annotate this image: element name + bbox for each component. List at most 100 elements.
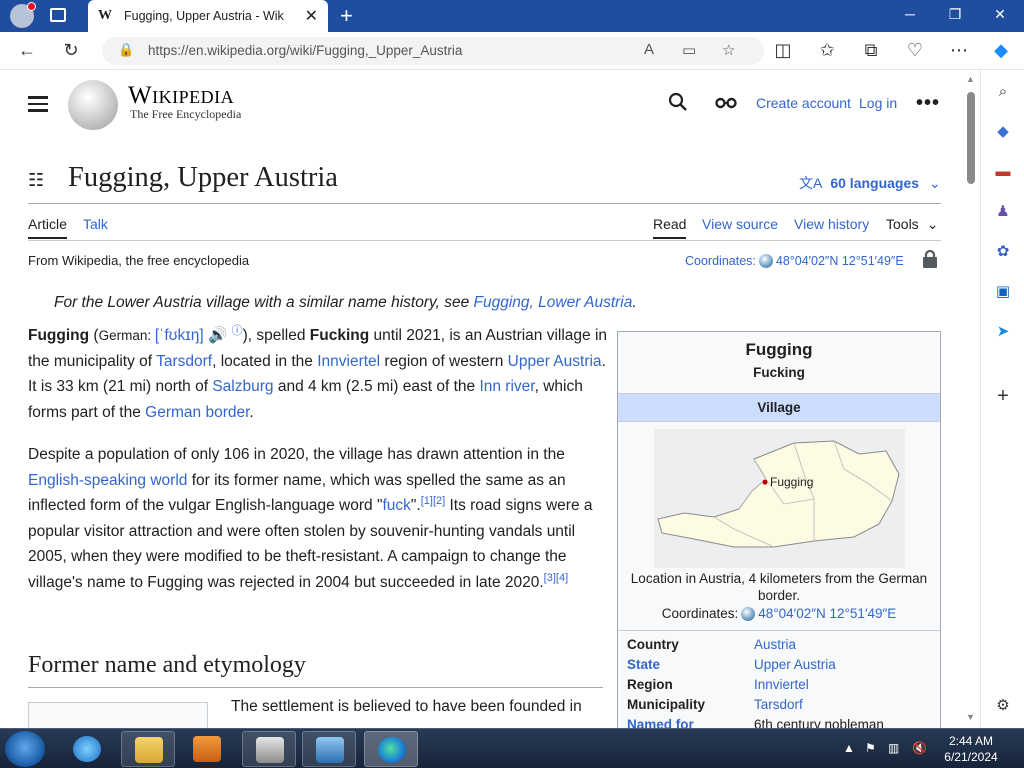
microsoft-365-icon[interactable]: ✿ (991, 240, 1015, 264)
ipa-link[interactable]: [ˈfʊkɪŋ] (155, 327, 204, 344)
site-subtitle: From Wikipedia, the free encyclopedia (28, 253, 250, 268)
taskbar-remote-desktop[interactable] (302, 731, 356, 767)
tab-talk[interactable]: Talk (83, 216, 108, 232)
taskbar-edge[interactable] (364, 731, 418, 767)
split-screen-icon[interactable]: ◫ (772, 40, 794, 61)
globe-icon[interactable] (758, 254, 773, 268)
salzburg-link[interactable]: Salzburg (212, 378, 273, 395)
language-label: German: (98, 328, 155, 343)
games-icon[interactable]: ♟ (991, 200, 1015, 224)
personal-tools-menu-icon[interactable]: ••• (916, 92, 940, 115)
back-icon[interactable]: ← (16, 40, 38, 61)
lock-icon[interactable]: 🔒 (118, 42, 134, 58)
taskbar-eagle-app[interactable] (242, 731, 296, 767)
named-for-key-link[interactable]: Named for (627, 717, 694, 728)
settings-more-icon[interactable]: ⋯ (948, 40, 970, 61)
browser-tab[interactable]: W Fugging, Upper Austria - Wikipe ✕ (88, 0, 328, 32)
appearance-icon[interactable] (715, 92, 737, 115)
tab-actions-icon[interactable] (50, 8, 66, 22)
coordinates-link[interactable]: 48°04′02″N 12°51′49″E (776, 254, 904, 268)
edge-browser-icon (378, 737, 406, 763)
audio-speaker-icon[interactable]: 🔊 (208, 327, 227, 344)
reference-4-link[interactable]: [4] (556, 572, 568, 584)
reference-2-link[interactable]: [2] (433, 495, 445, 507)
favorite-star-icon[interactable]: ☆ (722, 41, 735, 59)
info-icon[interactable]: ⓘ (232, 325, 243, 337)
article-term: Fugging (28, 327, 90, 344)
page-scrollbar[interactable]: ▲ ▼ (963, 70, 979, 728)
search-icon[interactable] (668, 92, 688, 118)
tab-view-source[interactable]: View source (702, 216, 778, 232)
minimize-icon[interactable]: ─ (900, 6, 920, 22)
location-map[interactable]: Fugging (654, 429, 905, 568)
reference-1-link[interactable]: [1] (421, 495, 433, 507)
close-tab-icon[interactable]: ✕ (305, 6, 318, 26)
inn-river-link[interactable]: Inn river (479, 378, 534, 395)
english-speaking-world-link[interactable]: English-speaking world (28, 472, 187, 489)
municipality-link[interactable]: Tarsdorf (754, 697, 803, 712)
upper-austria-link[interactable]: Upper Austria (508, 353, 602, 370)
tarsdorf-link[interactable]: Tarsdorf (156, 353, 212, 370)
section-divider (28, 687, 603, 688)
region-link[interactable]: Innviertel (754, 677, 809, 692)
country-link[interactable]: Austria (754, 637, 796, 652)
table-of-contents-icon[interactable]: ☷ (28, 170, 44, 191)
tools-briefcase-icon[interactable]: ▬ (991, 160, 1015, 184)
section-thumbnail[interactable] (28, 702, 208, 728)
profile-avatar[interactable] (10, 2, 36, 28)
log-in-link[interactable]: Log in (859, 95, 897, 111)
wikipedia-globe-logo[interactable] (68, 80, 118, 130)
create-account-link[interactable]: Create account (756, 95, 851, 111)
scroll-down-icon[interactable]: ▼ (966, 712, 975, 722)
taskbar-file-explorer[interactable] (121, 731, 175, 767)
infobox-row-municipality: Municipality Tarsdorf (627, 697, 937, 717)
state-key-link[interactable]: State (627, 657, 660, 672)
shopping-tag-icon[interactable]: ◆ (991, 120, 1015, 144)
browser-essentials-icon[interactable]: ♡ (904, 40, 926, 61)
volume-muted-icon[interactable]: 🔇 (912, 741, 927, 755)
tab-read[interactable]: Read (653, 216, 687, 239)
url-text[interactable]: https://en.wikipedia.org/wiki/Fugging,_U… (148, 43, 462, 58)
infobox-divider (618, 630, 940, 631)
wikipedia-wordmark[interactable]: Wikipedia (128, 82, 234, 110)
main-menu-icon[interactable] (28, 96, 48, 112)
add-sidebar-app-icon[interactable]: + (991, 384, 1015, 408)
drop-send-icon[interactable]: ➤ (991, 320, 1015, 344)
hatnote-link[interactable]: Fugging, Lower Austria (474, 294, 633, 311)
new-tab-icon[interactable]: + (340, 3, 353, 29)
sidebar-search-icon[interactable]: ⌕ (991, 80, 1015, 104)
start-button-windows-icon[interactable] (5, 731, 45, 767)
read-aloud-icon[interactable]: A (644, 41, 654, 58)
padlock-icon[interactable] (922, 250, 938, 268)
state-link[interactable]: Upper Austria (754, 657, 836, 672)
action-center-flag-icon[interactable]: ⚑ (865, 741, 876, 755)
scroll-up-icon[interactable]: ▲ (966, 74, 975, 84)
languages-button[interactable]: 文A 60 languages ⌄ (799, 173, 941, 193)
infobox-coordinates-link[interactable]: 48°04′02″N 12°51′49″E (758, 606, 896, 621)
taskbar-media-player[interactable] (180, 731, 234, 767)
paragraph-text: Despite a population of only 106 in 2020… (28, 446, 565, 463)
network-icon[interactable]: ▥ (888, 741, 899, 755)
tab-article[interactable]: Article (28, 216, 67, 239)
collections-icon[interactable]: ⧉ (860, 40, 882, 61)
refresh-icon[interactable]: ↻ (60, 40, 82, 61)
copilot-icon[interactable]: ◆ (990, 40, 1012, 61)
close-window-icon[interactable]: ✕ (990, 6, 1010, 23)
tools-menu[interactable]: Tools ⌄ (886, 216, 938, 233)
address-bar[interactable]: 🔒 https://en.wikipedia.org/wiki/Fugging,… (102, 37, 764, 65)
fuck-link[interactable]: fuck (382, 497, 410, 514)
system-clock[interactable]: 2:44 AM 6/21/2024 (939, 733, 1003, 765)
tab-view-history[interactable]: View history (794, 216, 869, 232)
restore-icon[interactable]: ❐ (945, 6, 965, 23)
show-hidden-icons-icon[interactable]: ▲ (843, 741, 855, 755)
reference-3-link[interactable]: [3] (544, 572, 556, 584)
scrollbar-thumb[interactable] (967, 92, 975, 184)
outlook-icon[interactable]: ▣ (991, 280, 1015, 304)
globe-icon[interactable] (741, 607, 756, 621)
favorites-icon[interactable]: ✩ (816, 40, 838, 61)
innviertel-link[interactable]: Innviertel (317, 353, 380, 370)
taskbar-internet-explorer[interactable] (60, 731, 114, 767)
german-border-link[interactable]: German border (145, 404, 249, 421)
sidebar-settings-gear-icon[interactable]: ⚙ (991, 694, 1015, 718)
immersive-reader-icon[interactable]: ▭ (682, 41, 696, 59)
